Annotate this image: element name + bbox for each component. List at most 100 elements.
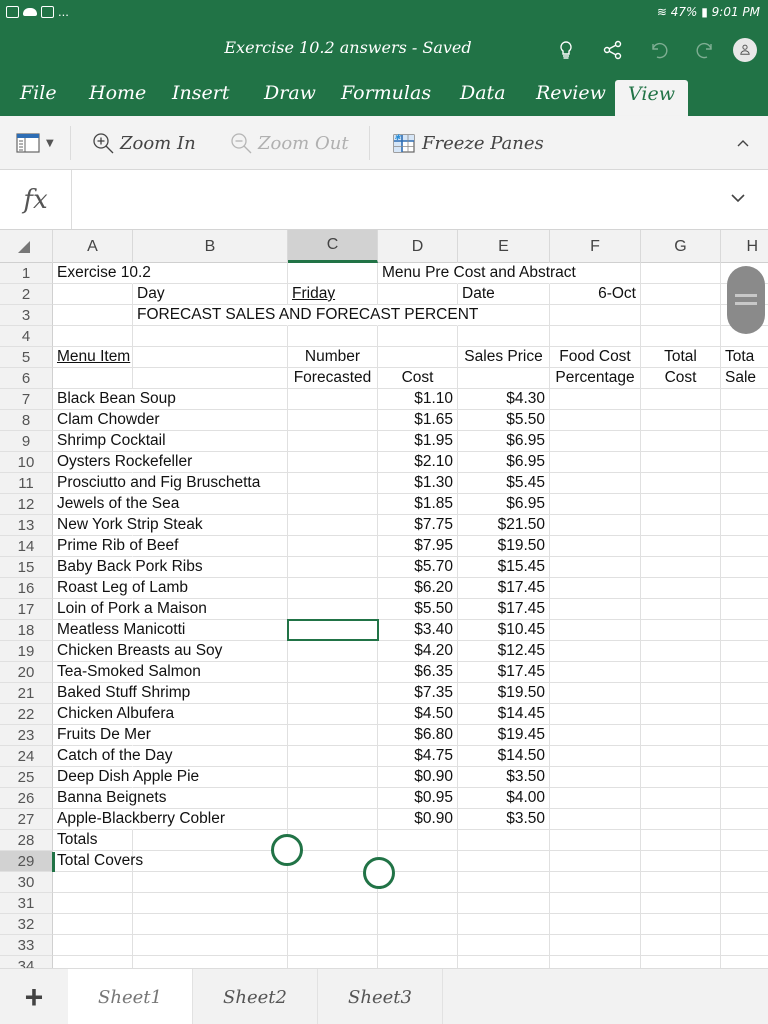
cell-f9[interactable] bbox=[550, 431, 641, 452]
cell-c16[interactable] bbox=[288, 578, 378, 599]
cell-e11[interactable]: $5.45 bbox=[458, 473, 550, 494]
sheet-view-dropdown[interactable]: ▼ bbox=[16, 128, 54, 158]
cell-d18[interactable]: $3.40 bbox=[378, 620, 458, 641]
cell-c4[interactable] bbox=[288, 326, 378, 347]
cell-b1[interactable] bbox=[133, 263, 288, 284]
cell-a5[interactable]: Menu Item bbox=[53, 347, 133, 368]
row-header[interactable]: 18 bbox=[0, 620, 53, 641]
cell-e21[interactable]: $19.50 bbox=[458, 683, 550, 704]
cell-d5[interactable] bbox=[378, 347, 458, 368]
cell-f30[interactable] bbox=[550, 872, 641, 893]
cell-d34[interactable] bbox=[378, 956, 458, 968]
row-header[interactable]: 23 bbox=[0, 725, 53, 746]
cell-g33[interactable] bbox=[641, 935, 721, 956]
cell-g14[interactable] bbox=[641, 536, 721, 557]
cell-f17[interactable] bbox=[550, 599, 641, 620]
cell-d9[interactable]: $1.95 bbox=[378, 431, 458, 452]
cell-e33[interactable] bbox=[458, 935, 550, 956]
cell-a1[interactable]: Exercise 10.2 bbox=[53, 263, 151, 284]
cell-h6[interactable]: Sale bbox=[721, 368, 768, 389]
cell-d13[interactable]: $7.75 bbox=[378, 515, 458, 536]
row-header[interactable]: 27 bbox=[0, 809, 53, 830]
cell-c11[interactable] bbox=[288, 473, 378, 494]
cell-h23[interactable] bbox=[721, 725, 768, 746]
sheet-tab-sheet1[interactable]: Sheet1 bbox=[68, 969, 193, 1024]
cell-a18[interactable]: Meatless Manicotti bbox=[53, 620, 185, 641]
cell-d4[interactable] bbox=[378, 326, 458, 347]
tab-formulas[interactable]: Formulas bbox=[341, 80, 431, 116]
cell-h28[interactable] bbox=[721, 830, 768, 851]
cell-c14[interactable] bbox=[288, 536, 378, 557]
lightbulb-icon[interactable] bbox=[554, 38, 578, 62]
cell-g13[interactable] bbox=[641, 515, 721, 536]
cell-f34[interactable] bbox=[550, 956, 641, 968]
cell-h26[interactable] bbox=[721, 788, 768, 809]
cell-g9[interactable] bbox=[641, 431, 721, 452]
cell-g8[interactable] bbox=[641, 410, 721, 431]
vertical-scroll-thumb[interactable] bbox=[727, 266, 765, 334]
cell-e34[interactable] bbox=[458, 956, 550, 968]
cell-e18[interactable]: $10.45 bbox=[458, 620, 550, 641]
row-header[interactable]: 14 bbox=[0, 536, 53, 557]
cell-g1[interactable] bbox=[641, 263, 721, 284]
cell-f31[interactable] bbox=[550, 893, 641, 914]
cell-g32[interactable] bbox=[641, 914, 721, 935]
cell-c6[interactable]: Forecasted bbox=[288, 368, 378, 389]
cell-a26[interactable]: Banna Beignets bbox=[53, 788, 166, 809]
cell-h24[interactable] bbox=[721, 746, 768, 767]
cell-c2[interactable]: Friday bbox=[288, 284, 378, 305]
cell-b34[interactable] bbox=[133, 956, 288, 968]
cell-c18[interactable] bbox=[288, 620, 378, 641]
cell-b30[interactable] bbox=[133, 872, 288, 893]
cell-e19[interactable]: $12.45 bbox=[458, 641, 550, 662]
tab-draw[interactable]: Draw bbox=[264, 80, 316, 116]
cell-b6[interactable] bbox=[133, 368, 288, 389]
cell-e25[interactable]: $3.50 bbox=[458, 767, 550, 788]
cell-e28[interactable] bbox=[458, 830, 550, 851]
cell-f3[interactable] bbox=[550, 305, 641, 326]
row-header[interactable]: 10 bbox=[0, 452, 53, 473]
row-header[interactable]: 32 bbox=[0, 914, 53, 935]
share-icon[interactable] bbox=[601, 38, 625, 62]
cell-g15[interactable] bbox=[641, 557, 721, 578]
cell-c25[interactable] bbox=[288, 767, 378, 788]
cell-a19[interactable]: Chicken Breasts au Soy bbox=[53, 641, 222, 662]
cell-e14[interactable]: $19.50 bbox=[458, 536, 550, 557]
cell-e20[interactable]: $17.45 bbox=[458, 662, 550, 683]
cell-c5[interactable]: Number bbox=[288, 347, 378, 368]
cell-c34[interactable] bbox=[288, 956, 378, 968]
cell-a22[interactable]: Chicken Albufera bbox=[53, 704, 174, 725]
cell-g20[interactable] bbox=[641, 662, 721, 683]
cell-f14[interactable] bbox=[550, 536, 641, 557]
cell-a4[interactable] bbox=[53, 326, 133, 347]
cell-d20[interactable]: $6.35 bbox=[378, 662, 458, 683]
cell-h32[interactable] bbox=[721, 914, 768, 935]
cell-d32[interactable] bbox=[378, 914, 458, 935]
cell-g27[interactable] bbox=[641, 809, 721, 830]
cell-h7[interactable] bbox=[721, 389, 768, 410]
tab-home[interactable]: Home bbox=[89, 80, 146, 116]
row-header[interactable]: 1 bbox=[0, 263, 53, 284]
row-header[interactable]: 9 bbox=[0, 431, 53, 452]
cell-e23[interactable]: $19.45 bbox=[458, 725, 550, 746]
cell-d14[interactable]: $7.95 bbox=[378, 536, 458, 557]
cell-d24[interactable]: $4.75 bbox=[378, 746, 458, 767]
undo-icon[interactable] bbox=[647, 38, 671, 62]
column-header-b[interactable]: B bbox=[133, 230, 288, 263]
cell-b4[interactable] bbox=[133, 326, 288, 347]
row-header[interactable]: 29 bbox=[0, 851, 53, 872]
row-header[interactable]: 16 bbox=[0, 578, 53, 599]
tab-view[interactable]: View bbox=[615, 80, 688, 116]
cell-h10[interactable] bbox=[721, 452, 768, 473]
cell-e7[interactable]: $4.30 bbox=[458, 389, 550, 410]
column-header-h[interactable]: H bbox=[721, 230, 768, 263]
cell-f5[interactable]: Food Cost bbox=[550, 347, 641, 368]
row-header[interactable]: 12 bbox=[0, 494, 53, 515]
cell-f28[interactable] bbox=[550, 830, 641, 851]
cell-c21[interactable] bbox=[288, 683, 378, 704]
column-header-d[interactable]: D bbox=[378, 230, 458, 263]
cell-h5[interactable]: Tota bbox=[721, 347, 768, 368]
cell-g23[interactable] bbox=[641, 725, 721, 746]
cell-c23[interactable] bbox=[288, 725, 378, 746]
cell-e8[interactable]: $5.50 bbox=[458, 410, 550, 431]
